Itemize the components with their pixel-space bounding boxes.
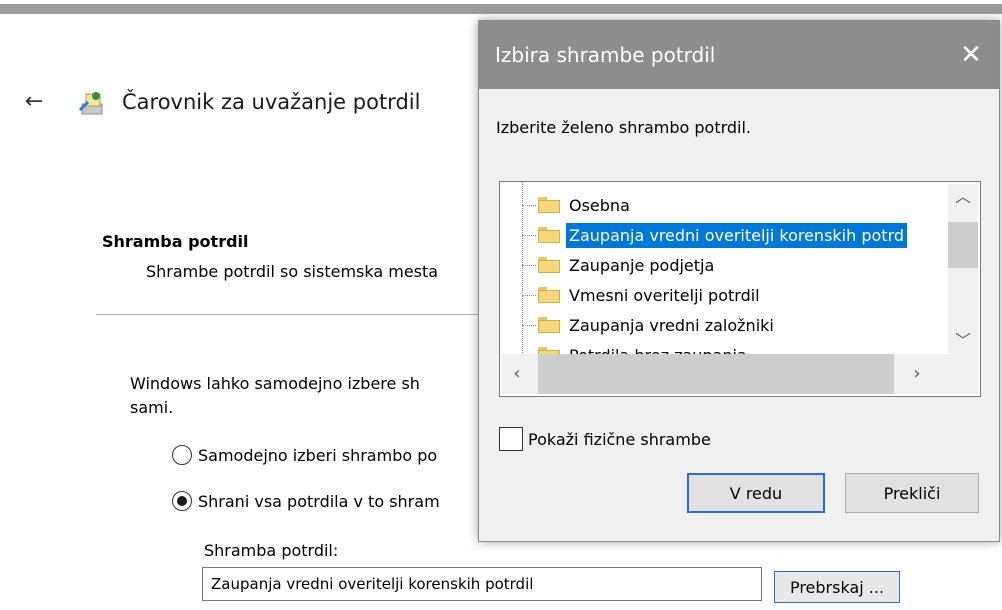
radio-auto-label: Samodejno izberi shrambo po: [198, 445, 438, 465]
tree-item[interactable]: Zaupanje podjetja: [500, 250, 717, 280]
horizontal-scrollbar[interactable]: ‹ ›: [502, 354, 978, 394]
section-description: Shrambe potrdil so sistemska mesta: [146, 262, 439, 281]
tree-branch: [500, 310, 538, 340]
folder-icon: [538, 197, 560, 213]
dialog-prompt: Izberite želeno shrambo potrdil.: [496, 118, 752, 137]
vertical-scroll-thumb[interactable]: [948, 222, 978, 268]
horizontal-scroll-thumb[interactable]: [538, 354, 894, 394]
folder-icon: [538, 287, 560, 303]
folder-icon: [538, 227, 560, 243]
show-physical-label: Pokaži fizične shrambe: [528, 429, 711, 449]
tree-item[interactable]: Osebna: [500, 190, 633, 220]
divider: [96, 314, 496, 315]
radio-manual-circle[interactable]: [172, 491, 192, 511]
tree-item-label: Zaupanje podjetja: [569, 255, 715, 275]
tree-item[interactable]: Zaupanja vredni založniki: [500, 310, 777, 340]
tree-item[interactable]: Vmesni overitelji potrdil: [500, 280, 763, 310]
show-physical-stores[interactable]: Pokaži fizične shrambe: [499, 427, 711, 451]
back-arrow-icon[interactable]: ←: [20, 88, 48, 116]
tree-branch: [500, 280, 538, 310]
chevron-up-icon[interactable]: ︿: [948, 184, 978, 210]
tree-item-label: Zaupanja vredni overitelji korenskih pot…: [566, 222, 908, 248]
chevron-left-icon[interactable]: ‹: [502, 354, 532, 394]
close-icon[interactable]: ✕: [951, 35, 991, 75]
store-input[interactable]: [202, 567, 762, 601]
intro-line-2: sami.: [130, 398, 174, 417]
folder-icon: [538, 257, 560, 273]
radio-manual-store[interactable]: Shrani vsa potrdila v to shram: [172, 487, 440, 515]
show-physical-checkbox[interactable]: [499, 427, 523, 451]
section-title: Shramba potrdil: [102, 232, 249, 251]
intro-line-1: Windows lahko samodejno izbere sh: [130, 374, 420, 393]
wizard-title: Čarovnik za uvažanje potrdil: [122, 90, 421, 114]
tree-item-label: Zaupanja vredni založniki: [569, 315, 774, 335]
vertical-scrollbar[interactable]: ︿ ﹀: [948, 184, 978, 354]
browse-button[interactable]: Prebrskaj ...: [774, 571, 900, 603]
radio-auto-select[interactable]: Samodejno izberi shrambo po: [172, 441, 437, 469]
cancel-button[interactable]: Prekliči: [845, 473, 979, 513]
radio-manual-label: Shrani vsa potrdila v to shram: [198, 491, 440, 511]
dialog-titlebar: Izbira shrambe potrdil ✕: [479, 21, 999, 89]
folder-icon: [538, 317, 560, 333]
tree-item-selected[interactable]: Zaupanja vredni overitelji korenskih pot…: [500, 220, 908, 250]
chevron-down-icon[interactable]: ﹀: [948, 328, 978, 354]
dialog-title: Izbira shrambe potrdil: [495, 43, 716, 67]
store-tree[interactable]: Osebna Zaupanja vredni overitelji korens…: [499, 181, 981, 397]
tree-branch: [500, 190, 538, 220]
radio-auto-circle[interactable]: [172, 445, 192, 465]
store-label: Shramba potrdil:: [204, 541, 339, 560]
chevron-right-icon[interactable]: ›: [902, 354, 932, 394]
intro-text: Windows lahko samodejno izbere sh sami.: [130, 372, 490, 420]
ok-button[interactable]: V redu: [687, 473, 825, 513]
tree-item-label: Osebna: [569, 195, 630, 215]
tree-item-label: Vmesni overitelji potrdil: [569, 285, 760, 305]
certificate-import-icon: [78, 92, 103, 115]
window-top-edge: [0, 0, 1002, 14]
tree-branch: [500, 250, 538, 280]
tree-branch: [500, 220, 538, 250]
select-store-dialog: Izbira shrambe potrdil ✕ Izberite želeno…: [478, 20, 1000, 542]
